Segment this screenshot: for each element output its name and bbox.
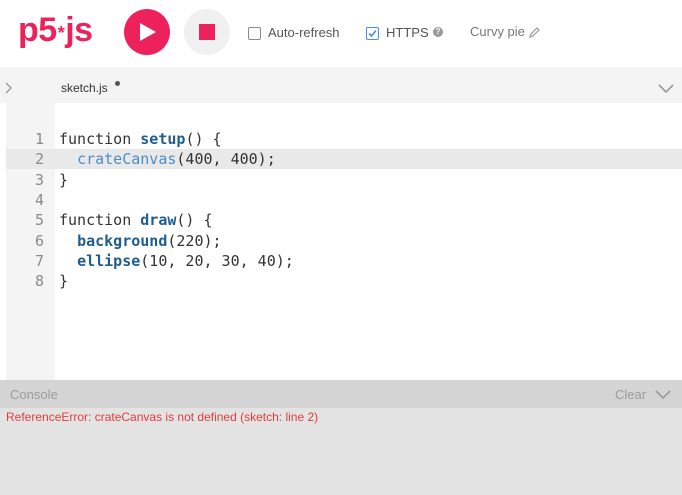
chevron-right-icon[interactable]	[4, 82, 14, 94]
code-text: background(220);	[59, 231, 222, 251]
code-token: (10, 20, 30, 40);	[140, 251, 294, 270]
code-line[interactable]: 1 function setup() {	[0, 129, 682, 149]
chevron-down-icon[interactable]	[658, 84, 674, 94]
console-header	[0, 380, 682, 408]
auto-refresh-checkbox[interactable]	[248, 27, 261, 40]
code-token: (400, 400);	[176, 150, 276, 169]
stop-button[interactable]	[184, 9, 230, 55]
code-token: draw	[140, 211, 177, 230]
line-number: 2	[34, 150, 44, 169]
line-number: 7	[34, 251, 44, 270]
console-title: Console	[10, 387, 58, 402]
code-line[interactable]: 3}	[0, 170, 682, 190]
code-text: ellipse(10, 20, 30, 40);	[59, 251, 294, 271]
code-token: () {	[176, 211, 213, 230]
code-token: crateCanvas	[77, 150, 177, 169]
code-token: () {	[185, 130, 222, 148]
checkmark-icon	[368, 29, 377, 38]
code-line[interactable]: 7 ellipse(10, 20, 30, 40);	[0, 251, 682, 271]
line-number: 3	[34, 170, 44, 189]
line-number: 6	[34, 231, 44, 250]
console-error-message: ReferenceError: crateCanvas is not defin…	[6, 410, 319, 424]
https-checkbox[interactable]	[366, 27, 379, 40]
console-collapse-icon[interactable]	[655, 390, 671, 400]
code-line[interactable]: 4	[0, 190, 682, 210]
auto-refresh-label[interactable]: Auto-refresh	[268, 25, 340, 40]
logo-suffix: js	[65, 11, 93, 49]
play-button[interactable]	[124, 9, 170, 55]
code-text: function setup() {	[59, 129, 222, 149]
unsaved-dot-icon	[115, 81, 120, 86]
console-clear-button[interactable]: Clear	[615, 387, 646, 402]
code-token: background	[77, 231, 168, 250]
stop-icon	[199, 24, 215, 40]
code-token: function	[59, 211, 141, 230]
code-token: }	[59, 272, 69, 291]
code-text: }	[59, 271, 68, 291]
code-token: (220);	[167, 231, 222, 250]
line-number: 5	[34, 211, 44, 230]
line-number: 4	[34, 190, 44, 209]
sketch-name[interactable]: Curvy pie	[470, 24, 525, 39]
code-line[interactable]: 8}	[0, 271, 682, 291]
p5-logo: p5*js	[18, 11, 93, 50]
pencil-icon[interactable]	[529, 27, 540, 38]
code-line[interactable]: 2 crateCanvas(400, 400);	[0, 149, 682, 169]
line-number: 8	[34, 272, 44, 291]
code-text: function draw() {	[59, 210, 213, 230]
code-line[interactable]: 6 background(220);	[0, 231, 682, 251]
play-icon	[140, 23, 156, 41]
help-icon[interactable]: ?	[433, 27, 443, 37]
code-token: setup	[140, 130, 186, 148]
https-label[interactable]: HTTPS	[386, 25, 429, 40]
code-token: function	[59, 130, 141, 148]
code-token: ellipse	[77, 251, 141, 270]
code-token: }	[59, 170, 69, 189]
code-line[interactable]: 5 function draw() {	[0, 210, 682, 230]
logo-text: p5	[18, 11, 57, 49]
line-number: 1	[34, 130, 44, 148]
code-text: }	[59, 170, 68, 190]
code-text: crateCanvas(400, 400);	[59, 149, 276, 169]
tab-sketch-js[interactable]: sketch.js	[61, 81, 108, 95]
asterisk-icon: *	[57, 23, 65, 43]
